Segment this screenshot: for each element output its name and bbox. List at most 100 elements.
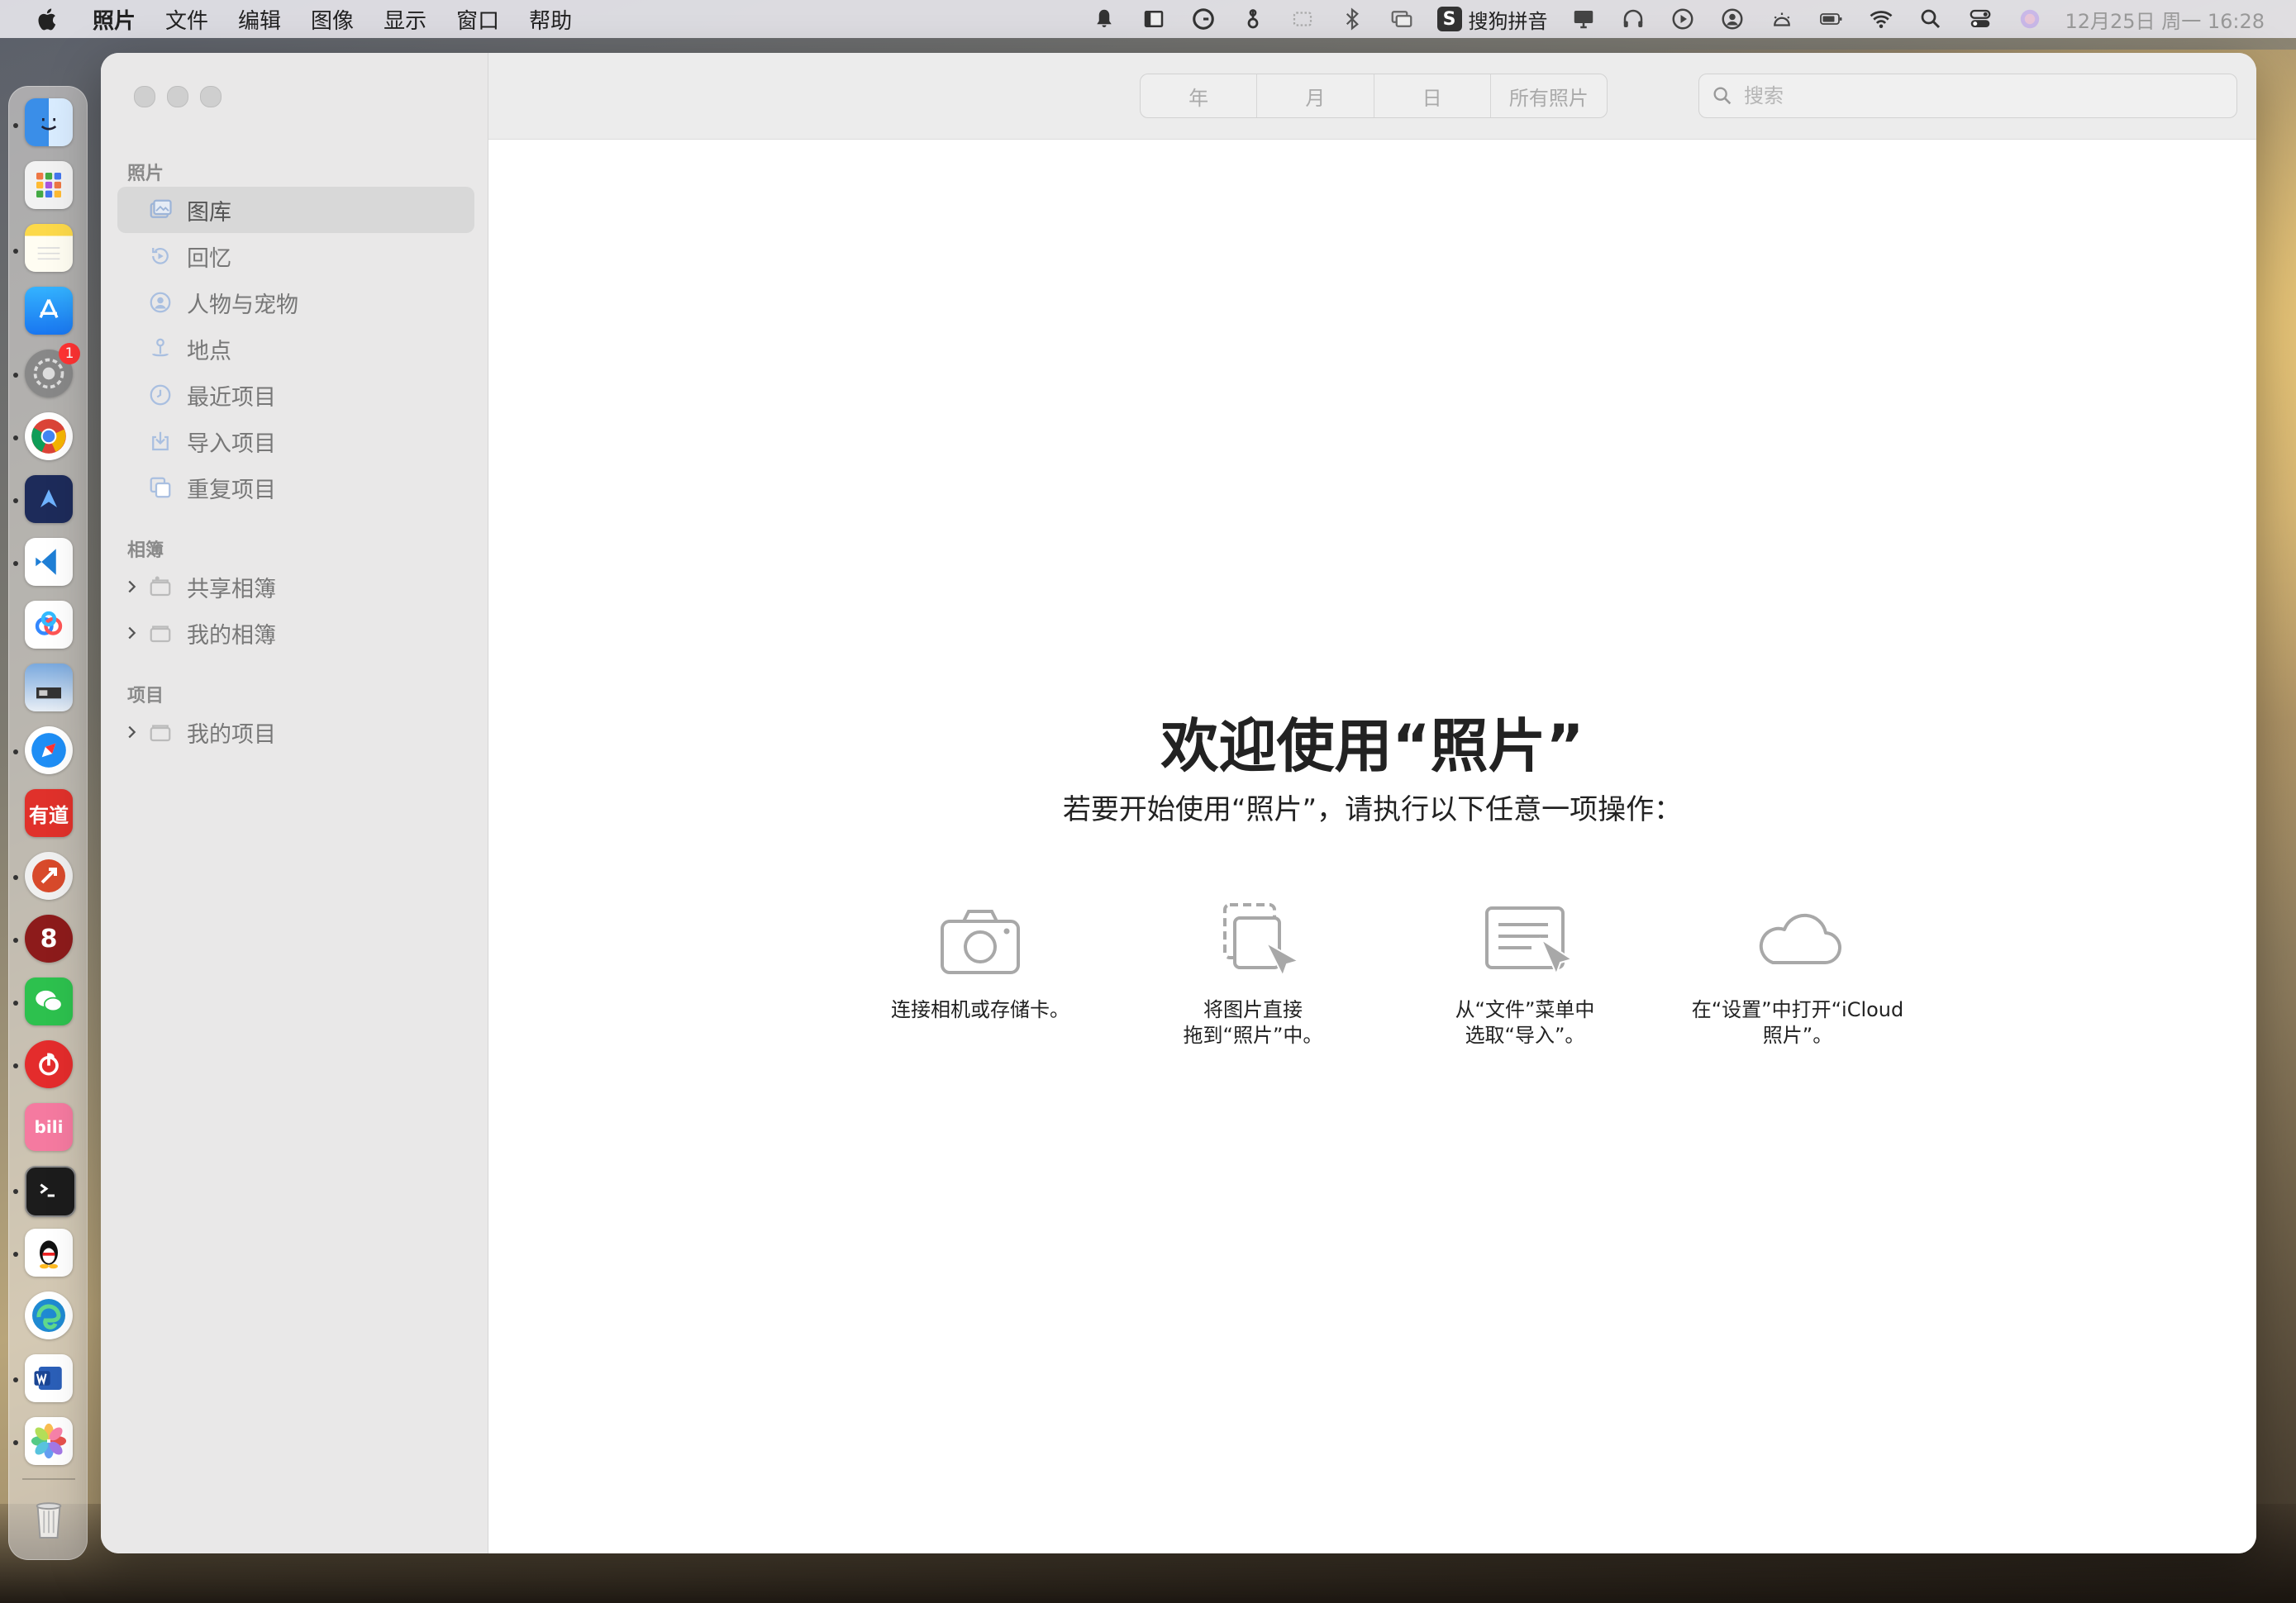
sidebar-item-label: 图库 [187,199,231,226]
tab-all-photos[interactable]: 所有照片 [1491,74,1607,117]
word-icon[interactable] [25,1354,73,1402]
menubar-datetime[interactable]: 12月25日 周一 16:28 [2065,5,2265,34]
display-icon[interactable] [1570,5,1598,33]
app-store-icon[interactable] [25,287,73,335]
remote-desktop-icon[interactable] [25,852,73,900]
search-icon [1713,87,1732,105]
album-icon [145,618,175,648]
sidebar-item-imports[interactable]: 导入项目 [117,418,474,464]
vscode-icon[interactable] [25,538,73,586]
youdao-dict-icon[interactable]: 有道 [25,789,73,837]
baidu-netdisk-icon[interactable] [25,601,73,649]
section-projects: 项目 [127,686,164,706]
photos-icon[interactable] [25,1417,73,1465]
window-switcher-icon[interactable] [1289,5,1317,33]
option-line: 连接相机或存储卡。 [891,998,1069,1021]
sidebar-item-duplicates[interactable]: 重复项目 [117,464,474,511]
dock-running-dot [13,561,18,566]
notes-icon[interactable] [25,224,73,272]
menu-bar: 照片 文件 编辑 图像 显示 窗口 帮助 S 搜狗拼音 12月25日 周一 16… [0,0,2296,38]
sidebar-item-label: 重复项目 [187,477,276,503]
sidebar-item-places[interactable]: 地点 [117,326,474,372]
navigator-app-icon[interactable] [25,475,73,523]
play-icon[interactable] [1669,5,1697,33]
menu-photos[interactable]: 照片 [93,4,136,35]
sidebar-item-shared-albums[interactable]: 共享相簿 [117,564,474,610]
photos-window: 照片 图库 回忆 人物与宠物 地点 最近项目 导入项目 重复项目 相簿 共享相簿… [101,53,2256,1553]
tab-days[interactable]: 日 [1374,74,1491,117]
launchpad-icon[interactable] [25,161,73,209]
screen-mirror-icon[interactable] [1388,5,1416,33]
sidebar-item-recents[interactable]: 最近项目 [117,372,474,418]
netease-music-icon[interactable] [25,1040,73,1088]
dock-running-dot [13,249,18,254]
tab-months[interactable]: 月 [1257,74,1374,117]
toolbar: 年 月 日 所有照片 [488,53,2256,140]
sidebar-item-memories[interactable]: 回忆 [117,233,474,279]
chevron-right-icon[interactable] [122,578,141,596]
headphones-icon[interactable] [1619,5,1647,33]
chrome-icon[interactable] [25,412,73,460]
clock-icon [145,380,175,410]
menu-window[interactable]: 窗口 [456,4,499,35]
menu-image[interactable]: 图像 [311,4,354,35]
option-line: 照片”。 [1762,1024,1833,1047]
close-button[interactable] [134,86,155,107]
brightness-icon[interactable] [1768,5,1796,33]
option-label: 从“文件”菜单中 选取“导入”。 [1393,997,1657,1049]
battery-icon[interactable] [1817,5,1846,33]
wechat-icon[interactable] [25,977,73,1025]
wifi-icon[interactable] [1867,5,1895,33]
siri-icon[interactable] [2016,5,2044,33]
dock-running-dot [13,749,18,754]
sidebar-item-label: 最近项目 [187,384,276,411]
menu-view[interactable]: 显示 [383,4,426,35]
welcome-title: 欢迎使用“照片” [1160,712,1584,780]
dock-running-dot [13,123,18,128]
apple-icon[interactable] [33,4,60,34]
menu-help[interactable]: 帮助 [529,4,572,35]
option-line: 选取“导入”。 [1465,1024,1585,1047]
sidebar-item-library[interactable]: 图库 [117,187,474,233]
music-app-icon[interactable]: 8 [25,915,73,963]
sidebar-item-label: 地点 [187,338,231,364]
edge-icon[interactable] [25,1291,73,1339]
shared-album-icon [145,572,175,602]
tab-years[interactable]: 年 [1141,74,1258,117]
menu-file[interactable]: 文件 [165,4,208,35]
memories-icon [145,241,175,271]
preview-icon[interactable] [25,664,73,711]
zoom-button[interactable] [200,86,222,107]
project-folder-icon [145,717,175,747]
minimize-button[interactable] [167,86,188,107]
user-icon[interactable] [1718,5,1746,33]
control-center-icon[interactable] [1966,5,1994,33]
sidebar-item-my-projects[interactable]: 我的项目 [117,709,474,755]
menu-edit[interactable]: 编辑 [238,4,281,35]
camera-icon [941,910,1020,974]
trash-icon[interactable] [25,1495,73,1543]
music-note-icon[interactable] [1239,5,1267,33]
sidebar-app-icon[interactable] [1140,5,1168,33]
section-albums: 相簿 [127,540,164,561]
section-photos: 照片 [127,164,164,184]
option-line: 在“设置”中打开“iCloud [1691,998,1904,1021]
sidebar-item-people-pets[interactable]: 人物与宠物 [117,279,474,326]
grammarly-icon[interactable] [1189,5,1217,33]
search-input[interactable] [1742,83,2208,108]
input-method[interactable]: S 搜狗拼音 [1436,5,1548,34]
chevron-right-icon[interactable] [122,624,141,642]
bluetooth-icon[interactable] [1338,5,1366,33]
chevron-right-icon[interactable] [122,723,141,741]
safari-icon[interactable] [25,726,73,774]
terminal-icon[interactable] [25,1166,76,1217]
qq-icon[interactable] [25,1229,73,1277]
notification-bell-icon[interactable] [1090,5,1118,33]
bilibili-icon[interactable]: bili [25,1103,73,1151]
dock-running-dot [13,875,18,880]
sidebar-item-my-albums[interactable]: 我的相簿 [117,610,474,656]
finder-icon[interactable] [25,98,73,146]
spotlight-search-icon[interactable] [1917,5,1945,33]
dock-separator [22,1478,75,1480]
dock-running-dot [13,1252,18,1257]
